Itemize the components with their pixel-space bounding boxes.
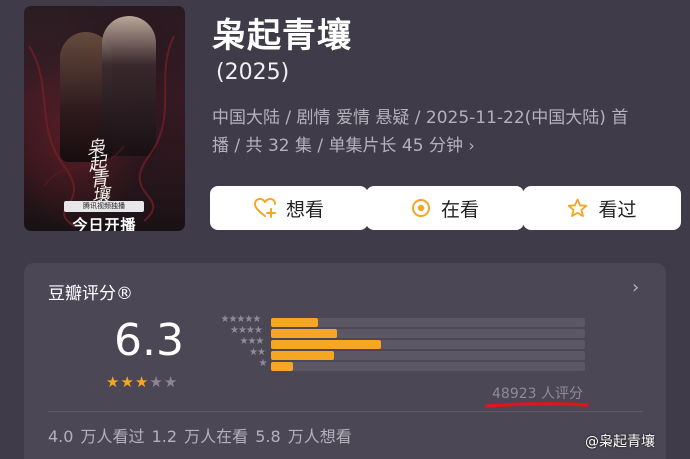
meta-line-2-text: 播 / 共 32 集 / 单集片长 45 分钟	[212, 136, 463, 156]
rating-card-title: 豆瓣评分®	[48, 284, 133, 304]
rating-bar-track	[271, 351, 585, 360]
rating-bar-track	[271, 329, 585, 338]
rating-bar-fill	[271, 351, 334, 360]
rating-distribution-row: ★★★	[208, 336, 588, 349]
star-filled-icon: ★	[106, 373, 121, 391]
row-stars-icon: ★★★★★	[220, 314, 262, 325]
douban-rating-card[interactable]: 豆瓣评分® › 6.3 ★★★★★ ★★★★★ ★★★★ ★★★ ★★ ★ 48923 …	[24, 263, 666, 459]
rating-distribution-row: ★★★★★	[208, 314, 588, 327]
rating-distribution-row: ★	[208, 358, 588, 371]
rating-bar-track	[271, 340, 585, 349]
watching-button[interactable]: 在看	[366, 186, 524, 230]
poster-promo-tag: 腾讯视频独播	[64, 201, 144, 212]
rating-score: 6.3	[114, 315, 184, 366]
star-empty-icon: ★	[149, 373, 164, 391]
star-filled-icon: ★	[134, 373, 150, 391]
watching-label: 在看	[440, 198, 479, 221]
show-title: 枭起青壤	[212, 16, 352, 56]
want-label: 想看	[285, 198, 324, 221]
rating-bar-fill	[271, 362, 293, 371]
chevron-right-icon[interactable]: ›	[468, 136, 474, 155]
card-divider	[48, 411, 643, 412]
show-meta[interactable]: 中国大陆 / 剧情 爱情 悬疑 / 2025-11-22(中国大陆) 首 播 /…	[212, 104, 674, 160]
rating-bar-fill	[271, 318, 319, 327]
watermark-text: @枭起青壤	[585, 434, 655, 450]
rating-bar-fill	[271, 329, 337, 338]
audience-stats[interactable]: 4.0 万人看过 1.2 万人在看 5.8 万人想看	[48, 423, 352, 447]
star-filled-icon: ★	[120, 373, 135, 391]
watched-button[interactable]: 看过	[523, 186, 681, 230]
show-year: (2025)	[216, 60, 290, 85]
want-to-watch-button[interactable]: 想看	[210, 186, 368, 230]
row-stars-icon: ★	[258, 358, 268, 369]
red-underline-annotation	[485, 402, 589, 408]
rating-distribution-row: ★★★★	[208, 325, 588, 338]
rating-bar-track	[271, 362, 585, 371]
row-stars-icon: ★★★	[239, 336, 265, 347]
heart-plus-icon	[253, 198, 276, 218]
row-stars-icon: ★★	[249, 347, 266, 358]
star-empty-icon: ★	[163, 373, 179, 391]
rating-stars: ★★★★★	[106, 373, 178, 391]
chevron-right-icon[interactable]: ›	[632, 277, 639, 298]
meta-line-1: 中国大陆 / 剧情 爱情 悬疑 / 2025-11-22(中国大陆) 首	[212, 108, 629, 128]
rating-bar-track	[271, 318, 585, 327]
rating-bar-fill	[271, 340, 381, 349]
poster-premiere-text: 今日开播	[72, 216, 137, 231]
watched-label: 看过	[598, 198, 637, 221]
row-stars-icon: ★★★★	[230, 325, 263, 336]
star-outline-icon	[568, 198, 588, 217]
poster-title-art: 枭起青壤	[82, 137, 111, 203]
poster-image[interactable]: 枭起青壤 腾讯视频独播 今日开播	[24, 6, 185, 231]
target-icon	[411, 199, 430, 217]
meta-line-2: 播 / 共 32 集 / 单集片长 45 分钟 ›	[212, 132, 674, 160]
